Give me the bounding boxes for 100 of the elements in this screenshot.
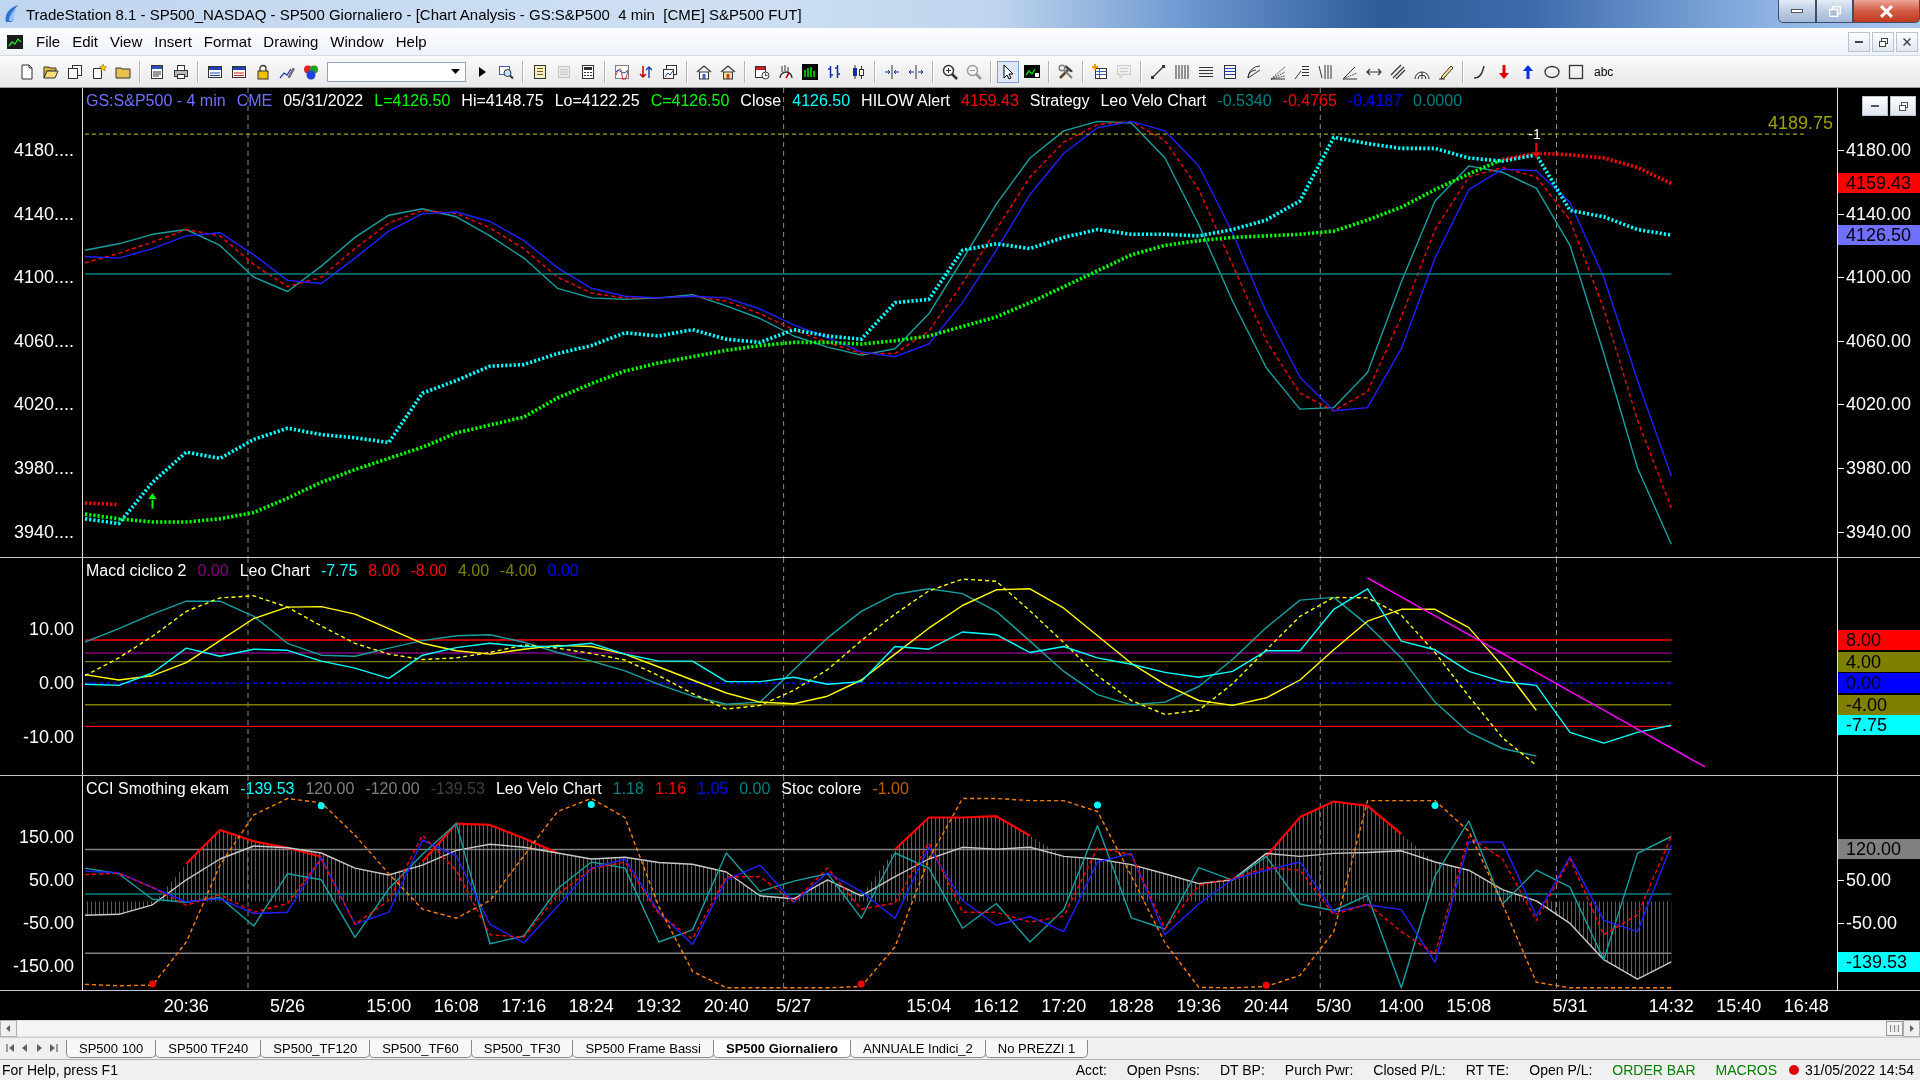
up-arrow-icon[interactable] <box>1520 63 1536 80</box>
sheet-tab[interactable]: SP500 Frame Bassi <box>572 1040 714 1058</box>
close-button[interactable] <box>1896 32 1918 52</box>
ledger-icon[interactable] <box>532 63 548 80</box>
window-icon[interactable] <box>207 63 223 80</box>
up-down-arrows-icon[interactable] <box>638 63 654 80</box>
calendar-clock-icon[interactable] <box>754 63 770 80</box>
chart-windows-icon[interactable] <box>662 63 678 80</box>
candlestick-icon[interactable] <box>850 63 866 80</box>
menu-item[interactable]: Window <box>324 31 390 53</box>
padlock-icon[interactable] <box>255 63 271 80</box>
value-marker: 8.00 <box>1838 630 1920 651</box>
compress-icon[interactable] <box>884 63 900 80</box>
speed-arcs-icon[interactable] <box>1246 63 1262 80</box>
parallel-lines-icon[interactable] <box>1390 63 1406 80</box>
menu-item[interactable]: File <box>30 31 67 53</box>
stacked-pages-icon[interactable] <box>67 63 83 80</box>
sheet-tab[interactable]: SP500 100 <box>66 1040 157 1058</box>
restore-button[interactable] <box>1816 0 1853 23</box>
axis-label: 4020.00 <box>1846 394 1912 415</box>
legend-label: -0.4187 <box>1347 91 1403 110</box>
window-title: TradeStation 8.1 - SP500_NASDAQ - SP500 Giornaliero - [Chart Analysis - GS:S&P500 4 min [CME] S&P500 FUT] <box>26 5 802 23</box>
calculator-icon[interactable] <box>580 63 596 80</box>
printer-icon[interactable] <box>173 63 189 80</box>
text-tool[interactable]: abc <box>1591 62 1617 81</box>
house-icon[interactable] <box>696 63 712 80</box>
print-preview-icon[interactable] <box>149 63 165 80</box>
expand-icon[interactable] <box>908 63 924 80</box>
down-arrow-icon[interactable] <box>1496 63 1512 80</box>
ellipse-icon[interactable] <box>1544 63 1560 80</box>
scrollbar-thumb[interactable] <box>1886 1021 1903 1036</box>
menu-item[interactable]: Drawing <box>257 31 325 53</box>
legend-label: -0.4765 <box>1282 91 1337 110</box>
axis-label: 4060.00 <box>1846 330 1912 351</box>
minimize-button[interactable] <box>1862 96 1888 116</box>
close-button[interactable] <box>1853 0 1920 23</box>
symbol-dropdown[interactable] <box>327 61 466 82</box>
axis-label: 150.00 <box>18 826 74 847</box>
legend-label: 4.00 <box>457 561 490 580</box>
sheet-tab[interactable]: SP500_TF30 <box>470 1040 574 1058</box>
minimize-button[interactable] <box>1848 32 1870 52</box>
bar-chart-icon[interactable] <box>802 63 818 80</box>
pointer-icon[interactable] <box>997 60 1019 83</box>
legend-label: Strategy <box>1029 91 1090 110</box>
legend-label: -8.00 <box>410 561 447 580</box>
time-label: 19:32 <box>636 996 682 1016</box>
minimize-button[interactable] <box>1778 0 1816 23</box>
restore-button[interactable] <box>1872 32 1894 52</box>
wave-chart-icon[interactable] <box>614 63 630 80</box>
sheet-tab[interactable]: SP500_TF120 <box>260 1040 371 1058</box>
time-label: 17:16 <box>501 996 547 1016</box>
menu-item[interactable]: Format <box>197 31 258 53</box>
lined-page-icon[interactable] <box>1222 63 1238 80</box>
value-marker: 4.00 <box>1838 651 1920 672</box>
house-icon[interactable] <box>720 63 736 80</box>
curve-icon[interactable] <box>1472 63 1488 80</box>
vertical-bars-icon[interactable] <box>1318 63 1334 80</box>
axis-label: 4140.00 <box>1846 203 1912 224</box>
minimize-icon <box>1855 41 1863 43</box>
find-symbol-icon[interactable] <box>498 63 514 80</box>
chart-marker-icon[interactable] <box>1024 63 1040 80</box>
retracement-lines-icon[interactable] <box>1294 63 1310 80</box>
sheet-tab[interactable]: SP500 TF240 <box>155 1040 262 1058</box>
axis-label: 4180.00 <box>1846 140 1912 160</box>
minimize-icon <box>1791 9 1803 13</box>
menu-item[interactable]: Insert <box>148 31 198 53</box>
axis-label: 50.00 <box>28 869 74 890</box>
gauge-icon[interactable] <box>778 63 794 80</box>
value-marker: 4159.43 <box>1838 173 1920 194</box>
open-folder-icon[interactable] <box>43 63 59 80</box>
legend-label: Lo=4122.25 <box>554 91 640 110</box>
vertical-lines-icon[interactable] <box>1174 63 1190 80</box>
sheet-tab[interactable]: SP500 Giornaliero <box>713 1040 851 1058</box>
trendline-icon[interactable] <box>1150 63 1166 80</box>
zoom-in-icon[interactable] <box>942 63 958 80</box>
new-document-icon[interactable] <box>19 63 35 80</box>
add-table-icon[interactable] <box>1092 63 1108 80</box>
restore-button[interactable] <box>1890 96 1916 116</box>
status-field: RT TE: <box>1455 1062 1520 1078</box>
menu-item[interactable]: Edit <box>66 31 105 53</box>
scroll-left-icon[interactable] <box>0 1020 17 1037</box>
pencil-icon[interactable] <box>1438 63 1454 80</box>
tools-icon[interactable] <box>1058 63 1074 80</box>
legend-label: CME <box>236 91 273 110</box>
sheet-tab[interactable]: ANNUALE Indici_2 <box>850 1040 986 1058</box>
menu-item[interactable]: View <box>104 31 149 53</box>
scroll-right-icon[interactable] <box>1903 1020 1920 1037</box>
balls-icon[interactable] <box>303 63 319 80</box>
time-label: 16:48 <box>1783 996 1829 1016</box>
status-field: Open Psns: <box>1116 1062 1210 1078</box>
value-marker: -4.00 <box>1838 694 1920 715</box>
page-star-icon[interactable] <box>91 63 107 80</box>
legend-label: -7.75 <box>320 561 358 580</box>
window-icon[interactable] <box>231 63 247 80</box>
sheet-tab[interactable]: SP500_TF60 <box>369 1040 472 1058</box>
menu-item[interactable]: Help <box>389 31 433 53</box>
ohlc-bars-icon[interactable] <box>826 63 842 80</box>
sheet-tab[interactable]: No PREZZI 1 <box>984 1040 1089 1058</box>
status-clock: 31/05/2022 14:54 <box>1804 1062 1915 1078</box>
rectangle-icon[interactable] <box>1568 63 1584 80</box>
